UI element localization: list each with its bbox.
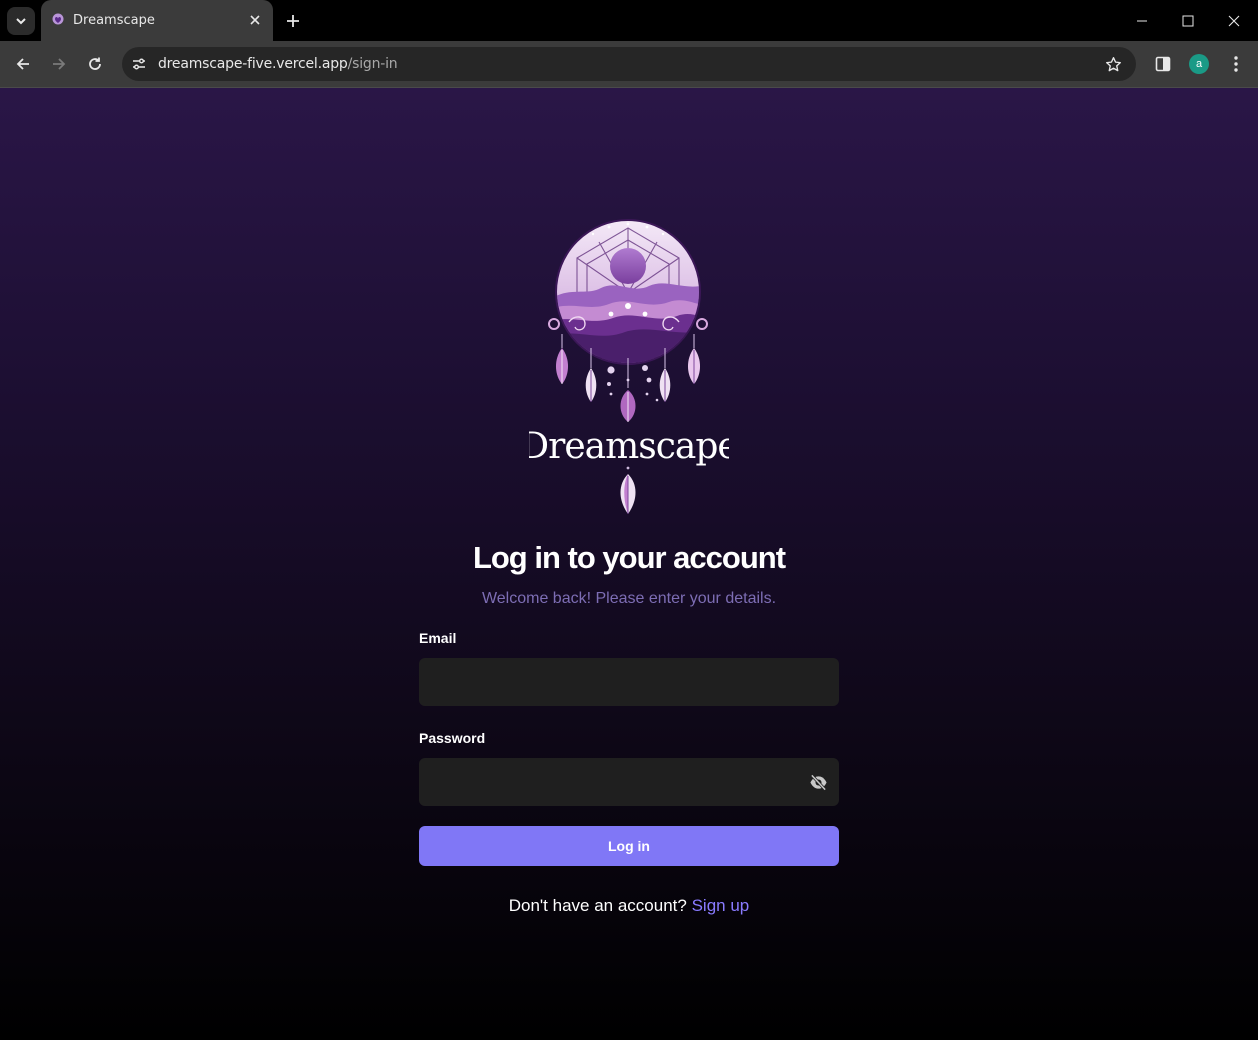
plus-icon bbox=[287, 15, 299, 27]
star-icon bbox=[1105, 56, 1121, 71]
browser-menu-button[interactable] bbox=[1226, 53, 1246, 75]
tune-icon bbox=[133, 58, 145, 70]
bookmark-button[interactable] bbox=[1104, 55, 1122, 73]
close-icon bbox=[1228, 15, 1240, 26]
login-button[interactable]: Log in bbox=[419, 826, 839, 866]
side-panel-button[interactable] bbox=[1152, 53, 1174, 75]
email-field[interactable] bbox=[419, 658, 839, 706]
password-label: Password bbox=[419, 730, 486, 746]
arrow-right-icon bbox=[53, 58, 66, 70]
site-info-button[interactable] bbox=[130, 55, 148, 73]
url-text: dreamscape-five.vercel.app/sign-in bbox=[158, 56, 398, 72]
page-title: Log in to your account bbox=[472, 540, 786, 575]
new-tab-button[interactable] bbox=[282, 10, 304, 32]
back-button[interactable] bbox=[9, 50, 37, 78]
email-label: Email bbox=[419, 630, 457, 646]
sign-in-page: Dreamscape Log in to your account Welcom… bbox=[0, 88, 1258, 1040]
reload-button[interactable] bbox=[81, 50, 109, 78]
window-close-button[interactable] bbox=[1211, 0, 1257, 41]
dreamcatcher-icon bbox=[52, 13, 64, 25]
forward-button[interactable] bbox=[45, 50, 73, 78]
eye-off-icon bbox=[809, 773, 827, 791]
minimize-button[interactable] bbox=[1119, 0, 1165, 41]
tab-close-button[interactable] bbox=[247, 12, 263, 28]
password-field[interactable] bbox=[419, 758, 839, 806]
password-visibility-toggle[interactable] bbox=[808, 772, 828, 792]
page-subtitle: Welcome back! Please enter your details. bbox=[481, 590, 777, 607]
tab-title: Dreamscape bbox=[73, 13, 155, 28]
side-panel-icon bbox=[1155, 56, 1171, 72]
url-host: dreamscape-five.vercel.app bbox=[158, 56, 348, 72]
minimize-icon bbox=[1137, 20, 1147, 21]
close-icon bbox=[250, 15, 260, 25]
signup-prompt-row: Don't have an account? Sign up bbox=[0, 896, 1258, 916]
profile-avatar[interactable]: a bbox=[1189, 54, 1209, 74]
url-path: /sign-in bbox=[347, 56, 398, 72]
tab-strip: Dreamscape bbox=[0, 0, 1258, 41]
address-bar[interactable]: dreamscape-five.vercel.app/sign-in bbox=[122, 47, 1136, 81]
more-vertical-icon bbox=[1234, 56, 1238, 72]
maximize-icon bbox=[1182, 15, 1194, 26]
reload-icon bbox=[89, 57, 101, 70]
signup-prompt: Don't have an account? bbox=[508, 896, 687, 915]
maximize-button[interactable] bbox=[1165, 0, 1211, 41]
browser-toolbar: dreamscape-five.vercel.app/sign-in a bbox=[0, 41, 1258, 88]
chevron-down-icon bbox=[16, 18, 26, 25]
tab-dreamscape[interactable]: Dreamscape bbox=[41, 0, 273, 41]
arrow-left-icon bbox=[16, 58, 29, 70]
signup-link[interactable]: Sign up bbox=[692, 896, 750, 915]
logo-wordmark: Dreamscape bbox=[529, 426, 729, 467]
dreamscape-logo: Dreamscape bbox=[529, 219, 729, 514]
tab-search-button[interactable] bbox=[7, 7, 35, 35]
browser-window: Dreamscape dreamscape-five.vercel.app/si… bbox=[0, 0, 1258, 1040]
